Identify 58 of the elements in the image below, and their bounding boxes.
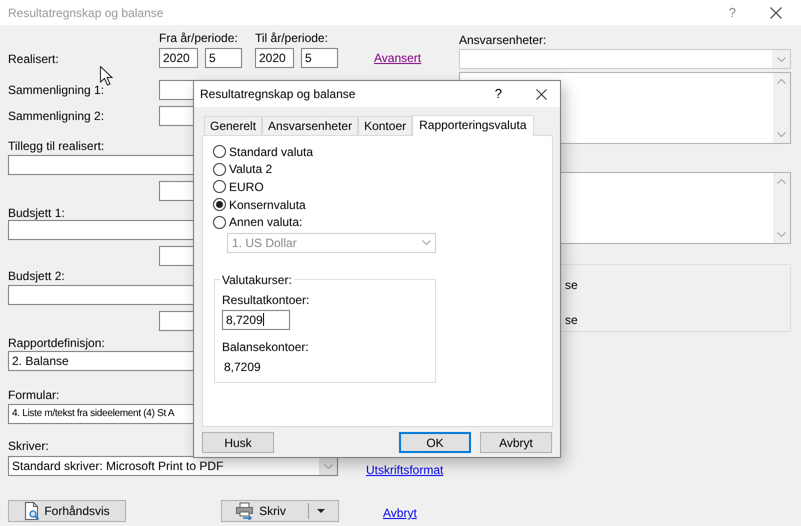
advanced-link[interactable]: Avansert [374, 51, 422, 65]
tab[interactable]: Rapporteringsvaluta [412, 115, 534, 136]
field-label: Til år/periode: [255, 31, 328, 45]
chevron-down-icon [422, 240, 430, 246]
radio-button[interactable]: EURO [213, 178, 542, 196]
help-button[interactable]: ? [494, 87, 502, 101]
option-label: se [565, 278, 578, 294]
print-button[interactable]: Skriv [221, 500, 339, 522]
input-field[interactable]: 5 [205, 48, 242, 68]
field-label: Budsjett 1: [8, 206, 65, 220]
radio-button[interactable]: Annen valuta: [213, 213, 542, 231]
field-label: Realisert: [8, 52, 60, 66]
print-format-link[interactable]: Utskriftsformat [366, 463, 444, 477]
field-label: Sammenligning 1: [8, 83, 106, 97]
chevron-down-icon [776, 56, 786, 62]
rate-value: 8,7209 [224, 360, 262, 374]
field-label: Balansekontoer: [222, 340, 310, 354]
radio-button[interactable]: Konsernvaluta [213, 196, 542, 214]
close-icon[interactable] [536, 88, 547, 100]
chevron-down-icon [777, 232, 786, 237]
tab[interactable]: Generelt [204, 116, 262, 135]
field-label: Ansvarsenheter: [459, 33, 548, 47]
field-label: Budsjett 2: [8, 269, 65, 283]
printer-dropdown[interactable]: Standard skriver: Microsoft Print to PDF [8, 456, 338, 476]
field-label: Tillegg til realisert: [8, 139, 104, 153]
field-label: Formular: [8, 388, 60, 402]
input-field[interactable]: 2020 [255, 48, 294, 68]
tab[interactable]: Ansvarsenheter [262, 116, 358, 135]
help-button[interactable]: ? [728, 6, 736, 20]
chevron-down-icon [777, 132, 786, 137]
cursor-icon [100, 66, 113, 86]
caret-icon [316, 509, 325, 513]
radio-button[interactable]: Valuta 2 [213, 160, 542, 178]
printer-icon [235, 502, 256, 520]
preview-icon [24, 502, 40, 520]
chevron-down-icon [324, 464, 332, 468]
field-label: Rapportdefinisjon: [8, 336, 105, 350]
dialog-button[interactable]: OK [399, 432, 471, 453]
input-field[interactable]: 2020 [159, 48, 198, 68]
input-field[interactable]: 5 [301, 48, 338, 68]
field-label: Sammenligning 2: [8, 109, 106, 123]
rate-input[interactable]: 8,7209 [222, 310, 290, 330]
option-label: se [565, 313, 578, 329]
field-label: Fra år/periode: [159, 31, 239, 45]
close-icon[interactable] [770, 6, 782, 18]
field-label: Resultatkontoer: [222, 292, 310, 307]
cancel-link[interactable]: Avbryt [383, 506, 417, 520]
group-title: Valutakurser: [220, 272, 294, 287]
tab[interactable]: Kontoer [358, 116, 412, 135]
preview-button[interactable]: Forhåndsvis [8, 500, 126, 522]
field-label: Skriver: [8, 439, 49, 453]
dialog-button[interactable]: Avbryt [480, 432, 552, 453]
chevron-up-icon [777, 179, 786, 184]
window-title: Resultatregnskap og balanse [8, 6, 164, 20]
chevron-up-icon [777, 79, 786, 84]
dialog-title: Resultatregnskap og balanse [200, 87, 356, 101]
radio-button[interactable]: Standard valuta [213, 143, 542, 161]
dialog-button[interactable]: Husk [202, 432, 274, 453]
